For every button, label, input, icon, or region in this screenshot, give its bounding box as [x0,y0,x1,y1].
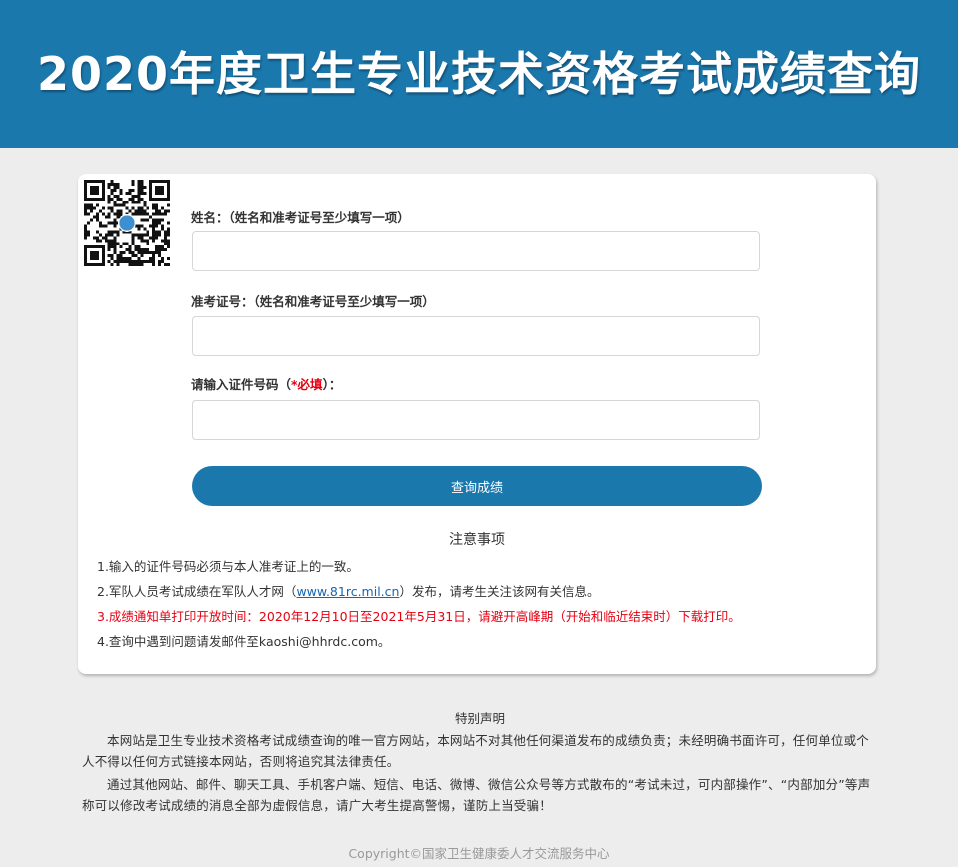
page-title: 2020年度卫生专业技术资格考试成绩查询 [36,47,922,101]
notice-item-3: 3.成绩通知单打印开放时间：2020年12月10日至2021年5月31日，请避开… [97,609,741,624]
name-label: 姓名：（姓名和准考证号至少填写一项） [191,210,410,225]
id-number-input[interactable] [192,400,760,440]
statement-paragraph-2: 通过其他网站、邮件、聊天工具、手机客户端、短信、电话、微博、微信公众号等方式散布… [82,777,871,813]
exam-number-label: 准考证号：（姓名和准考证号至少填写一项） [191,294,435,309]
header-banner: 2020年度卫生专业技术资格考试成绩查询 [0,0,958,148]
special-statement: 特别声明 本网站是卫生专业技术资格考试成绩查询的唯一官方网站，本网站不对其他任何… [82,708,878,816]
id-label-prefix: 请输入证件号码（ [191,377,292,392]
notice-title: 注意事项 [449,532,505,548]
statement-title: 特别声明 [454,711,505,726]
copyright: Copyright©国家卫生健康委人才交流服务中心 [348,846,610,861]
military-talent-link[interactable]: www.81rc.mil.cn [296,584,399,599]
id-number-label: 请输入证件号码（*必填）： [191,374,341,393]
statement-paragraph-1: 本网站是卫生专业技术资格考试成绩查询的唯一官方网站，本网站不对其他任何渠道发布的… [82,733,870,769]
notice-item-2-prefix: 2.军队人员考试成绩在军队人才网（ [97,584,297,599]
notice-item-2: 2.军队人员考试成绩在军队人才网（www.81rc.mil.cn）发布，请考生关… [97,579,741,604]
notice-item-4: 4.查询中遇到问题请发邮件至kaoshi@hhrdc.com。 [97,634,391,649]
name-input[interactable] [192,231,760,271]
id-label-suffix: ）： [322,377,342,392]
exam-number-input[interactable] [192,316,760,356]
required-marker: *必填 [291,377,323,392]
qr-code-icon [84,180,170,266]
query-card: 姓名：（姓名和准考证号至少填写一项） 准考证号：（姓名和准考证号至少填写一项） … [78,174,876,674]
notice-item-1: 1.输入的证件号码必须与本人准考证上的一致。 [97,559,359,574]
notice-list: 1.输入的证件号码必须与本人准考证上的一致。 2.军队人员考试成绩在军队人才网（… [97,554,741,654]
query-score-button[interactable]: 查询成绩 [192,466,762,506]
notice-item-2-suffix: ）发布，请考生关注该网有关信息。 [399,584,600,599]
